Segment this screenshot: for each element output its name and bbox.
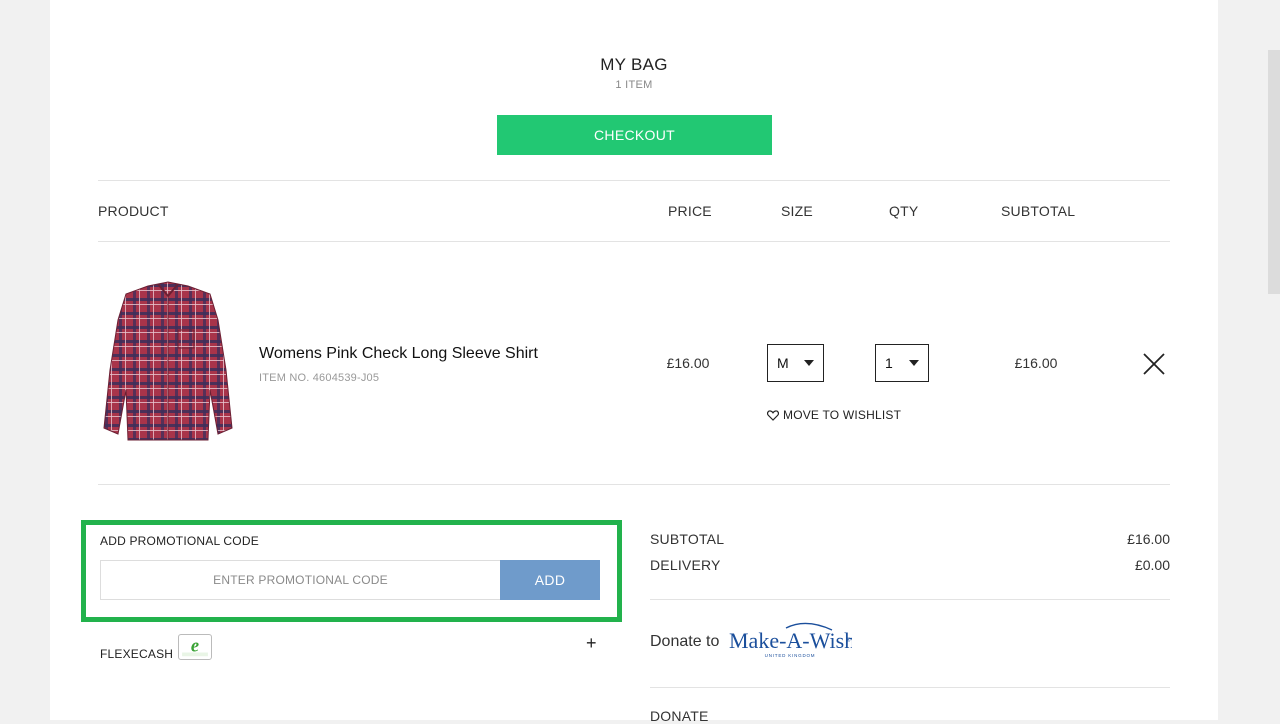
column-header-subtotal: SUBTOTAL: [1001, 203, 1076, 219]
column-header-price: PRICE: [668, 203, 712, 219]
remove-item-button[interactable]: [1141, 351, 1167, 377]
svg-text:®: ®: [846, 637, 851, 644]
summary-subtotal-label: SUBTOTAL: [650, 531, 725, 547]
expand-flexecash-button[interactable]: +: [586, 633, 597, 654]
make-a-wish-logo[interactable]: Make-A-Wish ® UNITED KINGDOM: [728, 620, 852, 660]
summary-delivery-value: £0.00: [1134, 557, 1170, 573]
flexecash-logo: e: [178, 634, 212, 660]
item-count: 1 ITEM: [615, 79, 653, 91]
column-header-qty: QTY: [889, 203, 919, 219]
quantity-select-value: 1: [885, 355, 893, 371]
summary-subtotal-value: £16.00: [1127, 531, 1170, 547]
flexecash-label: FLEXECASH: [100, 647, 174, 661]
divider: [98, 180, 1170, 181]
page-title: MY BAG: [600, 55, 668, 74]
svg-text:UNITED KINGDOM: UNITED KINGDOM: [765, 653, 816, 658]
promo-code-label: ADD PROMOTIONAL CODE: [100, 534, 259, 548]
divider: [650, 687, 1170, 688]
product-image[interactable]: [100, 280, 236, 444]
quantity-select[interactable]: 1: [875, 344, 929, 382]
chevron-down-icon: [909, 360, 919, 366]
move-to-wishlist-link[interactable]: MOVE TO WISHLIST: [767, 408, 901, 422]
move-to-wishlist-label: MOVE TO WISHLIST: [783, 408, 902, 422]
scrollbar-thumb[interactable]: [1268, 50, 1280, 294]
add-promo-button[interactable]: ADD: [500, 560, 600, 600]
donate-to-label: Donate to: [650, 633, 720, 650]
column-header-product: PRODUCT: [98, 203, 169, 219]
chevron-down-icon: [804, 360, 814, 366]
item-number: ITEM NO. 4604539-J05: [259, 372, 380, 384]
product-name[interactable]: Womens Pink Check Long Sleeve Shirt: [259, 345, 538, 363]
divider: [98, 241, 1170, 242]
item-price: £16.00: [666, 355, 710, 371]
divider: [650, 599, 1170, 600]
column-header-size: SIZE: [781, 203, 813, 219]
item-subtotal: £16.00: [1014, 355, 1058, 371]
size-select[interactable]: M: [767, 344, 824, 382]
size-select-value: M: [777, 355, 789, 371]
close-icon: [1143, 353, 1165, 375]
promo-code-input[interactable]: [100, 560, 501, 600]
donate-heading: DONATE: [650, 708, 709, 724]
summary-delivery-label: DELIVERY: [650, 557, 721, 573]
checkout-button[interactable]: CHECKOUT: [497, 115, 772, 155]
heart-icon: [767, 409, 779, 421]
divider: [98, 484, 1170, 485]
svg-text:Make-A-Wish: Make-A-Wish: [729, 628, 852, 653]
